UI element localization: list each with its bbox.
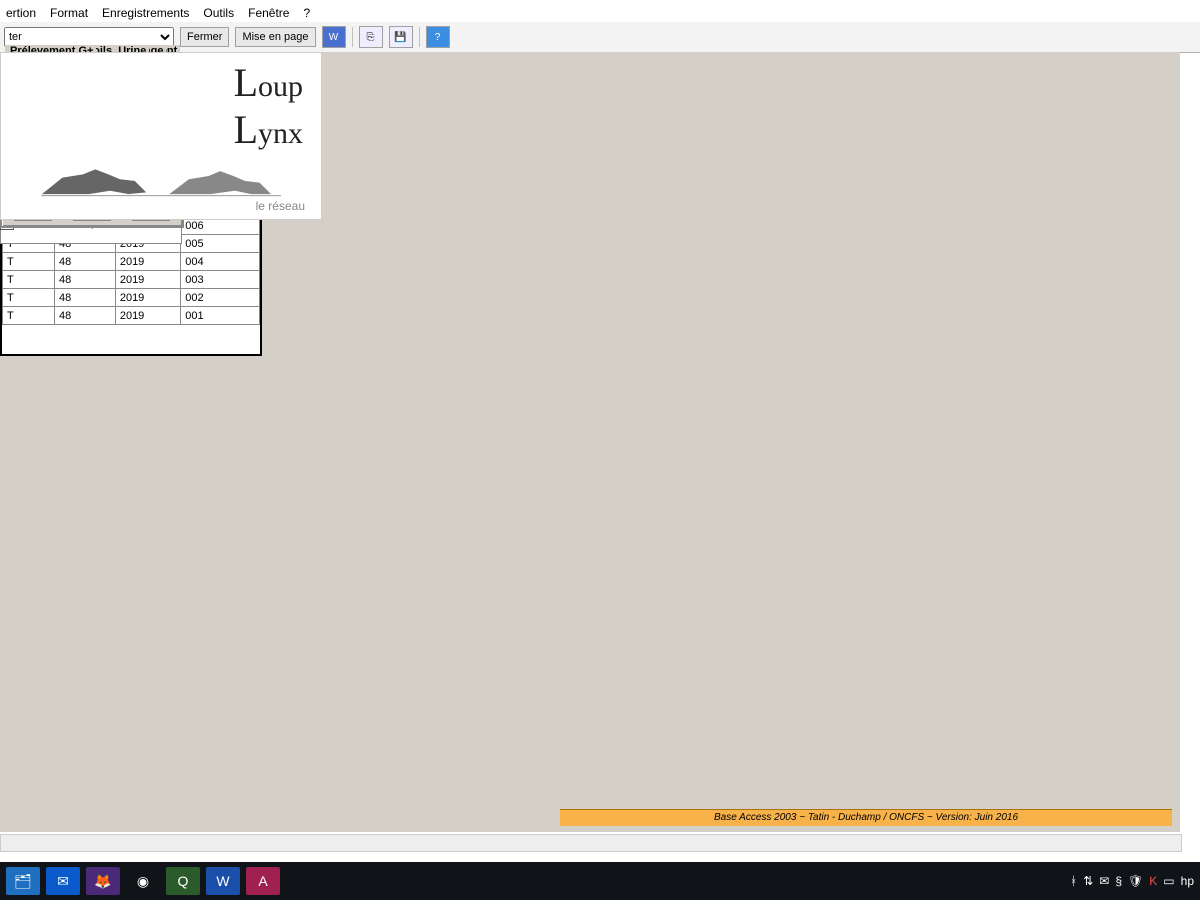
help-icon[interactable]: ?: [426, 26, 450, 48]
table-row[interactable]: T482019002: [3, 289, 260, 307]
tray-sync-icon[interactable]: §: [1115, 874, 1122, 888]
tray-usb-icon[interactable]: ⇅: [1083, 874, 1093, 888]
taskbar-firefox-icon[interactable]: 🦊: [86, 867, 120, 895]
tray-bluetooth-icon[interactable]: ᚼ: [1070, 874, 1077, 888]
logo-subtitle: le réseau: [256, 199, 305, 213]
toolbar-mise-en-page-button[interactable]: Mise en page: [235, 27, 315, 47]
tray-shield-icon[interactable]: 🛡: [1128, 874, 1143, 888]
menu-format[interactable]: Format: [50, 6, 88, 20]
taskbar-chrome-icon[interactable]: ◉: [126, 867, 160, 895]
wolves-silhouette-icon: [11, 153, 311, 199]
form-surface: ype Dépt. Année N°Ordre T 48 2019 014 = …: [0, 52, 1180, 832]
taskbar-explorer-icon[interactable]: 🗂: [6, 867, 40, 895]
table-row[interactable]: T482019001: [3, 307, 260, 325]
taskbar-access-icon[interactable]: A: [246, 867, 280, 895]
loup-lynx-logo: LoupLynx le réseau: [0, 52, 322, 220]
table-row[interactable]: T482019003: [3, 271, 260, 289]
windows-taskbar: 🗂 ✉ 🦊 ◉ Q W A ᚼ ⇅ ✉ § 🛡 K ▭ hp: [0, 862, 1200, 900]
menu-enregistrements[interactable]: Enregistrements: [102, 6, 189, 20]
menu-insertion[interactable]: ertion: [6, 6, 36, 20]
toolbar-sep: [352, 27, 353, 47]
menu-fenetre[interactable]: Fenêtre: [248, 6, 289, 20]
toolbar-fermer-button[interactable]: Fermer: [180, 27, 229, 47]
copy-icon[interactable]: ⎘: [359, 26, 383, 48]
tray-hp-icon[interactable]: hp: [1181, 874, 1194, 888]
horizontal-scrollbar[interactable]: [0, 834, 1182, 852]
toolbar-select[interactable]: ter: [4, 27, 174, 47]
tray-outlook-icon[interactable]: ✉: [1099, 874, 1109, 888]
taskbar-outlook-icon[interactable]: ✉: [46, 867, 80, 895]
word-icon[interactable]: W: [322, 26, 346, 48]
taskbar-qgis-icon[interactable]: Q: [166, 867, 200, 895]
table-row[interactable]: T482019004: [3, 253, 260, 271]
system-tray[interactable]: ᚼ ⇅ ✉ § 🛡 K ▭ hp: [1070, 874, 1194, 888]
save-icon[interactable]: 💾: [389, 26, 413, 48]
taskbar-word-icon[interactable]: W: [206, 867, 240, 895]
menu-help[interactable]: ?: [303, 6, 310, 20]
toolbar-sep2: [419, 27, 420, 47]
menu-outils[interactable]: Outils: [203, 6, 234, 20]
tray-screen-icon[interactable]: ▭: [1163, 874, 1174, 888]
credit-bar: Base Access 2003 ~ Tatin - Duchamp / ONC…: [560, 809, 1172, 826]
tray-antivirus-icon[interactable]: K: [1149, 874, 1157, 888]
